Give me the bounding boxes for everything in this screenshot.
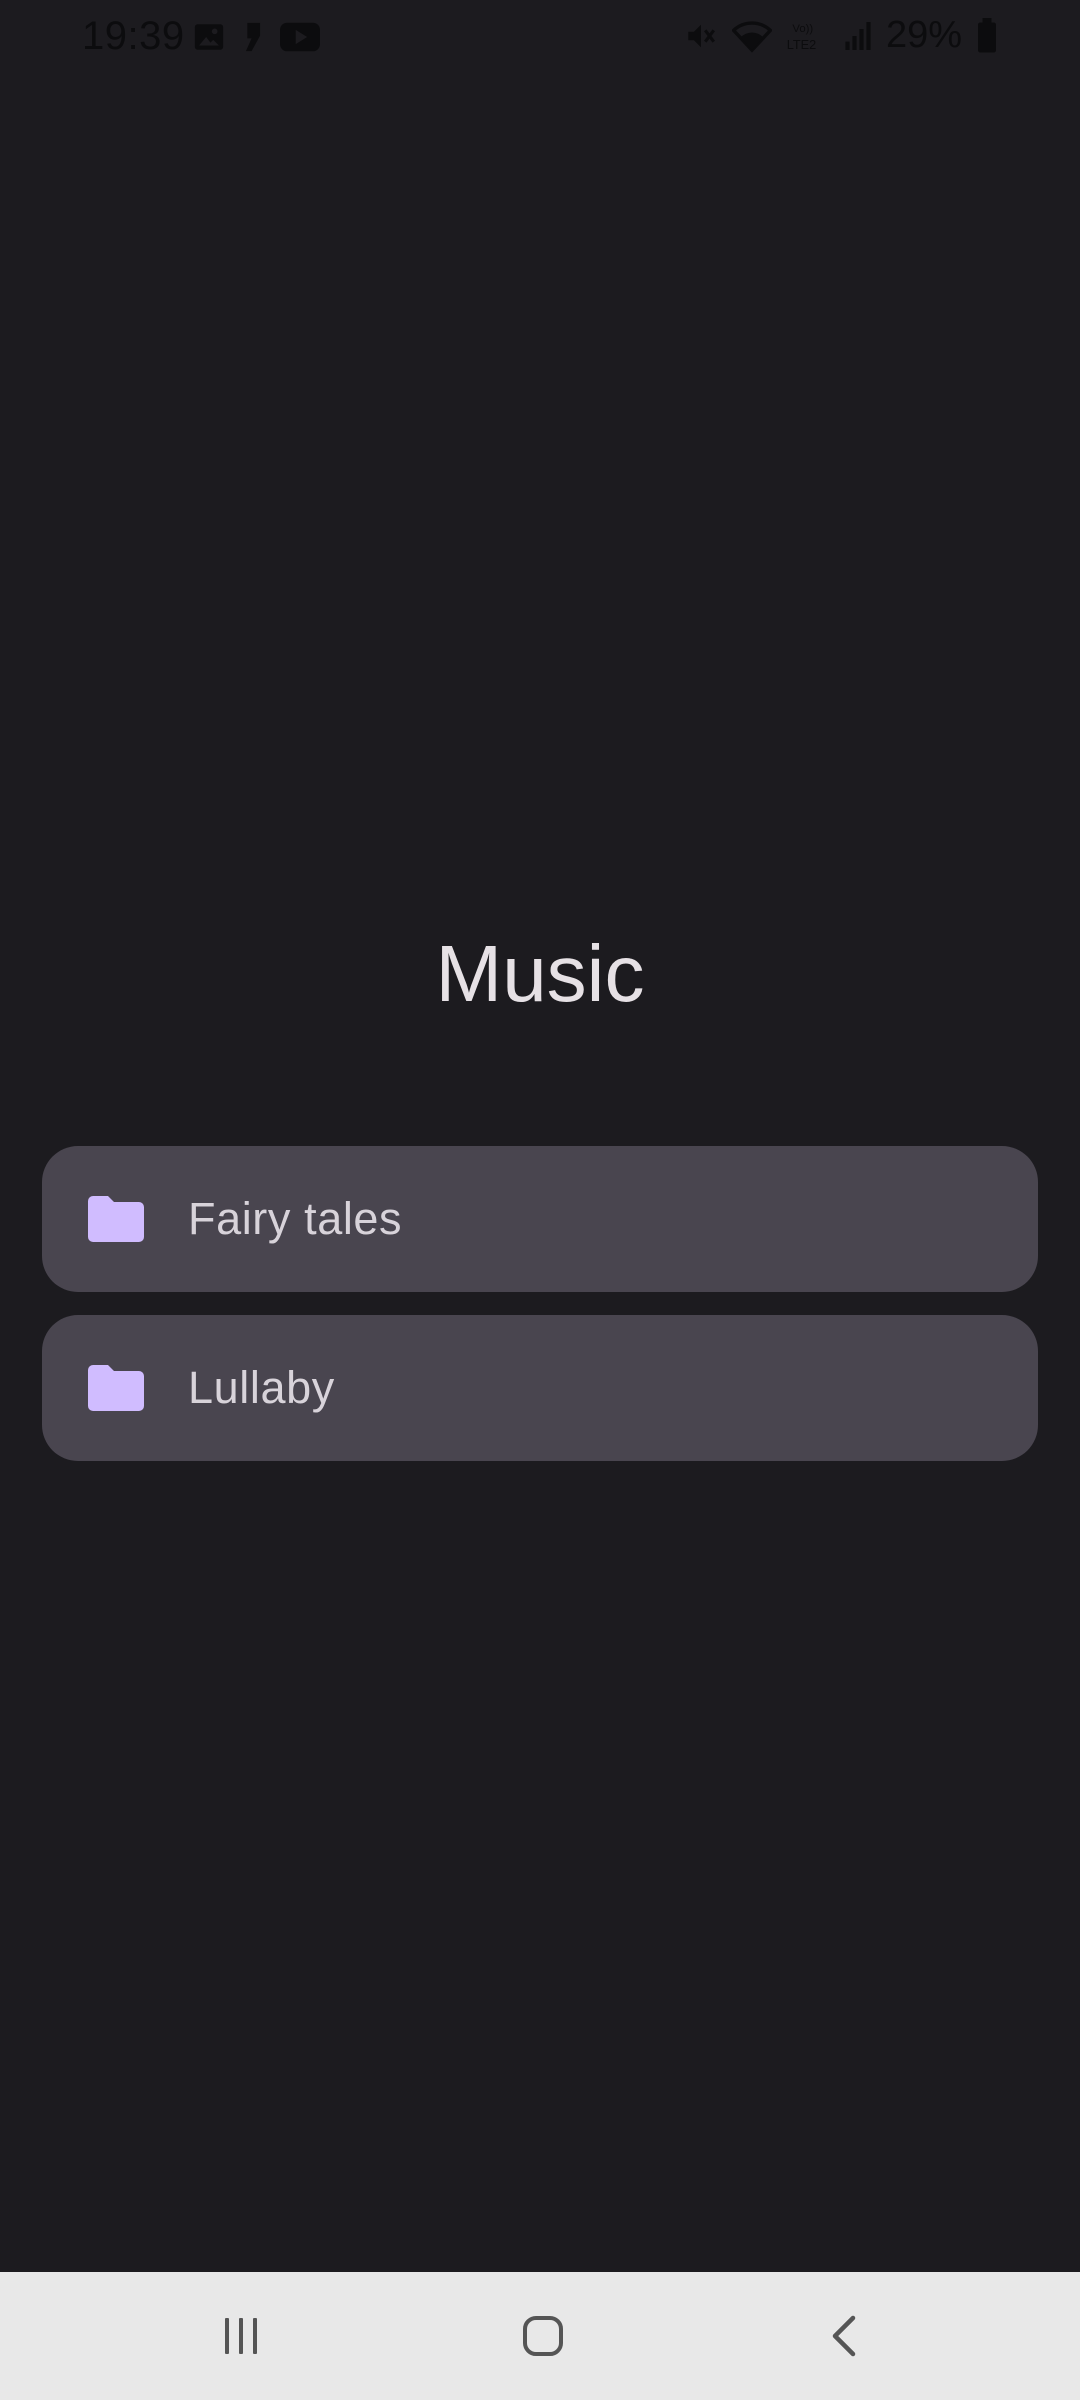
status-left-icons — [192, 20, 320, 54]
folder-item-lullaby[interactable]: Lullaby — [42, 1315, 1038, 1461]
signal-icon — [844, 19, 872, 53]
wifi-icon — [731, 19, 772, 53]
battery-icon — [976, 17, 998, 54]
folder-label: Lullaby — [188, 1362, 335, 1413]
status-time: 19:39 — [82, 14, 185, 58]
back-icon — [827, 2314, 863, 2358]
folder-label: Fairy tales — [188, 1193, 403, 1244]
folder-icon — [88, 1196, 144, 1242]
recent-apps-icon — [221, 2316, 261, 2356]
svg-text:LTE2: LTE2 — [787, 36, 817, 51]
folder-item-fairy-tales[interactable]: Fairy tales — [42, 1146, 1038, 1292]
quote-notification-icon — [242, 20, 264, 54]
recent-apps-button[interactable] — [191, 2300, 291, 2372]
volte-lte2-icon: Vo)) LTE2 — [786, 19, 830, 53]
battery-percent: 29% — [885, 14, 962, 56]
image-icon — [192, 20, 226, 54]
status-bar: 19:39 Vo)) LTE2 29% — [0, 0, 1080, 80]
folder-list: Fairy tales Lullaby — [42, 1146, 1038, 1484]
app-screen: 19:39 Vo)) LTE2 29% Music Fairy tales Lu… — [0, 0, 1080, 2400]
back-button[interactable] — [795, 2300, 895, 2372]
folder-icon — [88, 1365, 144, 1411]
youtube-icon — [280, 22, 320, 52]
home-button[interactable] — [493, 2300, 593, 2372]
page-title: Music — [435, 929, 645, 1018]
navigation-bar — [0, 2272, 1080, 2400]
svg-text:Vo)): Vo)) — [792, 22, 813, 34]
mute-icon — [684, 19, 718, 53]
home-icon — [521, 2314, 565, 2358]
status-right-icons: Vo)) LTE2 29% — [684, 14, 998, 57]
